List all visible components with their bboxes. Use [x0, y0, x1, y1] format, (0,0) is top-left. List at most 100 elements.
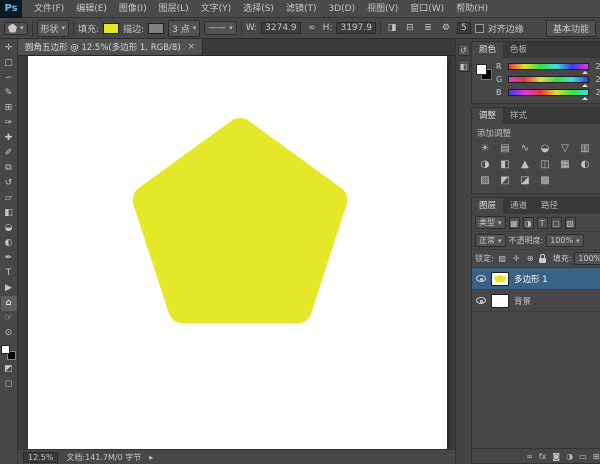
crop-tool[interactable]: ⊞: [1, 101, 17, 116]
tool-preset-picker[interactable]: ▾: [4, 22, 28, 35]
shape-width-field[interactable]: 3274.9: [261, 22, 301, 34]
brightness-contrast-icon[interactable]: ☀: [475, 141, 495, 157]
photo-filter-icon[interactable]: ▲: [515, 157, 535, 173]
canvas[interactable]: [28, 56, 447, 449]
gradient-tool[interactable]: ◧: [1, 206, 17, 221]
layer-thumbnail[interactable]: [491, 294, 509, 308]
blue-value[interactable]: 255: [593, 88, 600, 97]
stroke-style-select[interactable]: —— ▾: [204, 21, 237, 35]
type-tool[interactable]: T: [1, 266, 17, 281]
curves-icon[interactable]: ∿: [515, 141, 535, 157]
fill-color-swatch[interactable]: [103, 23, 119, 34]
menu-item-3d[interactable]: 3D(D): [322, 0, 361, 18]
layer-name[interactable]: 背景: [514, 295, 599, 307]
exposure-icon[interactable]: ◒: [535, 141, 555, 157]
status-arrow-icon[interactable]: ▸: [149, 453, 153, 462]
link-layers-icon[interactable]: ∞: [526, 449, 533, 464]
filter-smart-objects-icon[interactable]: ▧: [565, 217, 576, 229]
tab-paths[interactable]: 路径: [534, 198, 565, 214]
menu-item-type[interactable]: 文字(Y): [195, 0, 238, 18]
channel-mixer-icon[interactable]: ◫: [535, 157, 555, 173]
hand-tool[interactable]: ☞: [1, 311, 17, 326]
menu-item-edit[interactable]: 编辑(E): [70, 0, 113, 18]
history-brush-tool[interactable]: ↺: [1, 176, 17, 191]
path-operations-icon[interactable]: ◨: [385, 21, 399, 35]
layer-filter-select[interactable]: 类型 ▾: [475, 216, 506, 229]
filter-shape-layers-icon[interactable]: ▢: [551, 217, 562, 229]
green-slider[interactable]: [508, 76, 589, 83]
shape-height-field[interactable]: 3197.9: [336, 22, 376, 34]
screen-mode-button[interactable]: ◻: [1, 377, 17, 392]
eraser-tool[interactable]: ▱: [1, 191, 17, 206]
vibrance-icon[interactable]: ▽: [555, 141, 575, 157]
visibility-eye-icon[interactable]: [476, 297, 486, 304]
menu-item-window[interactable]: 窗口(W): [404, 0, 450, 18]
tab-layers[interactable]: 图层: [472, 198, 503, 214]
active-color-indicator[interactable]: [476, 64, 492, 80]
red-value[interactable]: 255: [593, 62, 600, 71]
menu-item-layer[interactable]: 图层(L): [153, 0, 195, 18]
stroke-color-swatch[interactable]: [148, 23, 164, 34]
tab-styles[interactable]: 样式: [503, 108, 534, 124]
tool-mode-select[interactable]: 形状 ▾: [37, 20, 70, 37]
selective-color-icon[interactable]: ▩: [535, 173, 555, 189]
eyedropper-tool[interactable]: ✑: [1, 116, 17, 131]
foreground-color-swatch[interactable]: [1, 345, 10, 354]
black-white-icon[interactable]: ◧: [495, 157, 515, 173]
quick-selection-tool[interactable]: ✎: [1, 86, 17, 101]
zoom-level-field[interactable]: 12.5%: [23, 452, 58, 463]
layer-thumbnail[interactable]: [491, 272, 509, 286]
quick-mask-button[interactable]: ◩: [1, 362, 17, 377]
layer-row-polygon[interactable]: 多边形 1: [472, 268, 600, 290]
brush-tool[interactable]: ✐: [1, 146, 17, 161]
workspace-switcher-button[interactable]: 基本功能: [546, 20, 596, 37]
path-alignment-icon[interactable]: ⊟: [403, 21, 417, 35]
lock-image-pixels-icon[interactable]: ✛: [511, 253, 522, 265]
layer-mask-icon[interactable]: ◙: [552, 449, 560, 464]
lasso-tool[interactable]: ∽: [1, 71, 17, 86]
color-lookup-icon[interactable]: ▦: [555, 157, 575, 173]
visibility-eye-icon[interactable]: [476, 275, 486, 282]
menu-item-file[interactable]: 文件(F): [28, 0, 70, 18]
menu-item-help[interactable]: 帮助(H): [450, 0, 494, 18]
lock-transparent-pixels-icon[interactable]: ▨: [497, 253, 508, 265]
polygon-sides-field[interactable]: 5: [457, 22, 471, 34]
adjustment-layer-icon[interactable]: ◑: [566, 449, 573, 464]
filter-pixel-layers-icon[interactable]: ▦: [509, 217, 520, 229]
tab-color[interactable]: 颜色: [472, 42, 503, 58]
new-layer-icon[interactable]: ⊞: [593, 449, 600, 464]
blue-slider[interactable]: [508, 89, 589, 96]
menu-item-image[interactable]: 图像(I): [113, 0, 153, 18]
tab-adjustments[interactable]: 调整: [472, 108, 503, 124]
levels-icon[interactable]: ▤: [495, 141, 515, 157]
foreground-mini-swatch[interactable]: [476, 64, 487, 75]
threshold-icon[interactable]: ◩: [495, 173, 515, 189]
gradient-map-icon[interactable]: ◪: [515, 173, 535, 189]
lock-all-icon[interactable]: [539, 258, 546, 263]
fill-opacity-field[interactable]: 100% ▾: [574, 252, 600, 265]
close-icon[interactable]: ×: [188, 42, 196, 52]
color-balance-icon[interactable]: ◑: [475, 157, 495, 173]
healing-brush-tool[interactable]: ✚: [1, 131, 17, 146]
lock-position-icon[interactable]: ⊕: [525, 253, 536, 265]
pentagon-shape[interactable]: [148, 133, 333, 309]
path-arrangement-icon[interactable]: ≣: [421, 21, 435, 35]
tab-channels[interactable]: 通道: [503, 198, 534, 214]
path-selection-tool[interactable]: ▶: [1, 281, 17, 296]
properties-panel-icon[interactable]: ◧: [458, 60, 470, 72]
filter-type-layers-icon[interactable]: T: [537, 217, 548, 229]
shape-tool[interactable]: ⌂: [1, 296, 17, 311]
link-dimensions-icon[interactable]: ∞: [305, 21, 319, 35]
pen-tool[interactable]: ✒: [1, 251, 17, 266]
layer-group-icon[interactable]: ▭: [579, 449, 587, 464]
document-tab[interactable]: 圆角五边形 @ 12.5%(多边形 1, RGB/8) ×: [18, 39, 203, 55]
dodge-tool[interactable]: ◐: [1, 236, 17, 251]
layer-name[interactable]: 多边形 1: [514, 273, 600, 285]
blur-tool[interactable]: ◒: [1, 221, 17, 236]
zoom-tool[interactable]: ⊙: [1, 326, 17, 341]
tab-swatches[interactable]: 色板: [503, 42, 534, 58]
green-value[interactable]: 255: [593, 75, 600, 84]
blend-mode-select[interactable]: 正常 ▾: [475, 234, 506, 247]
marquee-tool[interactable]: ▢: [1, 56, 17, 71]
menu-item-view[interactable]: 视图(V): [361, 0, 404, 18]
